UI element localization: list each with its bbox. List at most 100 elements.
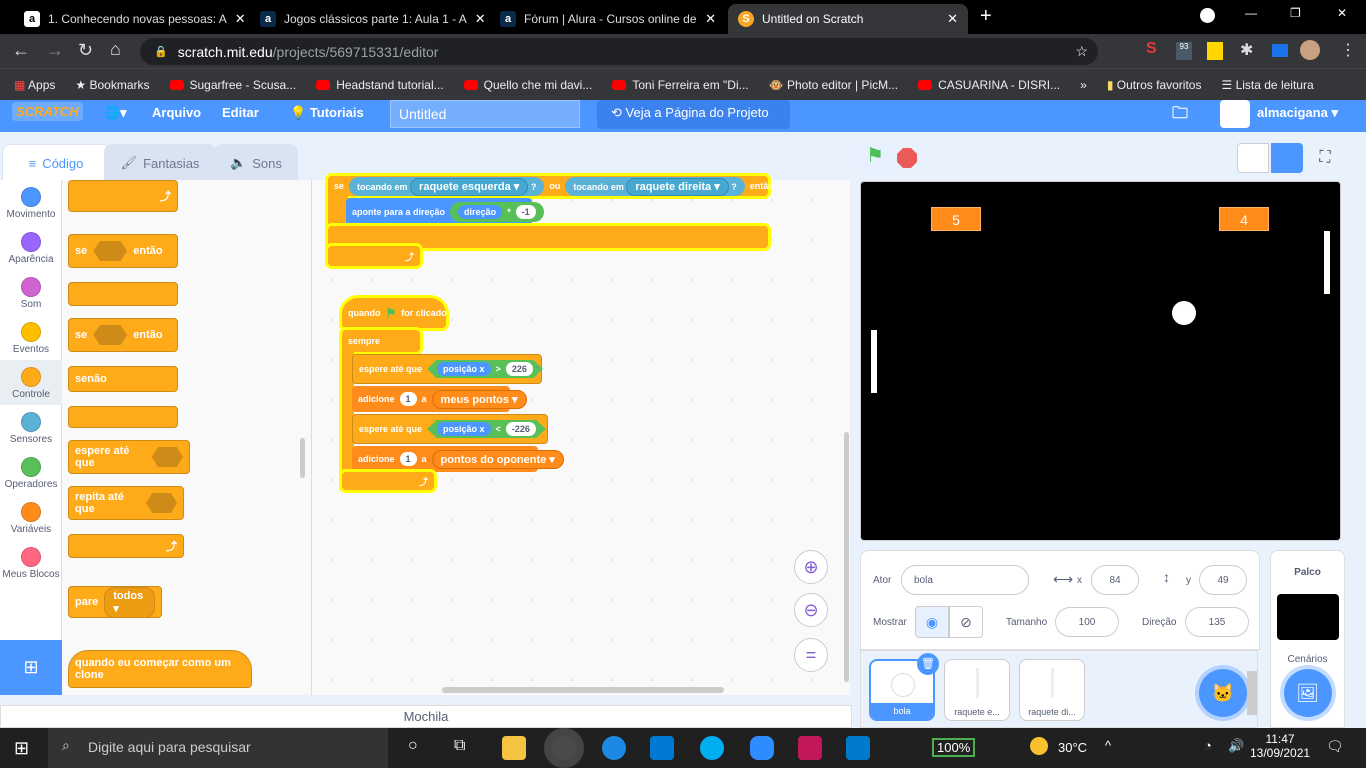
scratch-logo[interactable]: SCRATCH: [12, 102, 83, 121]
block-change-variable[interactable]: adicione 1 a pontos do oponente ▾: [352, 446, 564, 472]
project-title-input[interactable]: Untitled: [390, 100, 580, 128]
notifications-icon[interactable]: 🗨: [1326, 738, 1344, 755]
close-icon[interactable]: ✕: [235, 11, 246, 27]
block-repeat-until[interactable]: repita até que: [68, 486, 184, 520]
bookmark[interactable]: Quello che mi davi...: [463, 78, 592, 92]
address-bar[interactable]: 🔒 scratch.mit.edu/projects/569715331/edi…: [140, 38, 1098, 65]
minimize-button[interactable]: —: [1245, 6, 1257, 20]
block-change-variable[interactable]: adicione 1 a meus pontos ▾: [352, 386, 527, 412]
bookmark-bookmarks[interactable]: ★ Bookmarks: [75, 78, 149, 92]
stage-canvas[interactable]: 5 4: [860, 181, 1341, 541]
sprite-list-scrollbar[interactable]: [1247, 671, 1257, 715]
zoom-app-icon[interactable]: [750, 736, 774, 760]
sprite-thumb-paddle-left[interactable]: raquete e...: [944, 659, 1010, 721]
back-icon[interactable]: ←: [12, 40, 30, 61]
vscode-icon[interactable]: [846, 736, 870, 760]
language-globe-icon[interactable]: 🌐▾: [104, 105, 127, 121]
sprite-thumb-paddle-right[interactable]: raquete di...: [1019, 659, 1085, 721]
see-project-page-button[interactable]: ⟲ Veja a Página do Projeto: [597, 100, 790, 129]
zoom-reset-button[interactable]: =: [794, 638, 828, 672]
bookmarks-overflow[interactable]: »: [1080, 78, 1087, 92]
vertical-scrollbar[interactable]: [844, 432, 849, 682]
size-input[interactable]: 100: [1055, 607, 1119, 637]
stop-button[interactable]: [897, 148, 917, 168]
zoom-out-button[interactable]: ⊖: [794, 593, 828, 627]
extensions-puzzle-icon[interactable]: ✱: [1240, 40, 1253, 60]
extension-arrows-icon[interactable]: [1207, 42, 1223, 60]
delete-sprite-icon[interactable]: 🗑: [917, 653, 939, 675]
cortana-icon[interactable]: ○: [408, 737, 418, 755]
category-som[interactable]: Som: [0, 270, 62, 315]
skype-icon[interactable]: [700, 736, 724, 760]
category-controle[interactable]: Controle: [0, 360, 62, 405]
tab-costumes[interactable]: 🖌 Fantasias: [104, 144, 216, 182]
browser-tab-active[interactable]: S Untitled on Scratch ✕: [728, 4, 968, 34]
close-icon[interactable]: ✕: [475, 11, 486, 27]
weather-temp[interactable]: 30°C: [1058, 740, 1087, 755]
task-view-icon[interactable]: ⧉: [454, 737, 465, 755]
star-icon[interactable]: ☆: [1075, 43, 1088, 60]
new-tab-button[interactable]: +: [980, 5, 992, 28]
left-paddle-sprite[interactable]: [871, 330, 877, 393]
category-eventos[interactable]: Eventos: [0, 315, 62, 360]
block-when-clone-start[interactable]: quando eu começar como um clone: [68, 650, 252, 688]
home-icon[interactable]: ⌂: [110, 39, 121, 60]
category-sensores[interactable]: Sensores: [0, 405, 62, 450]
bookmark[interactable]: Toni Ferreira em "Di...: [612, 78, 749, 92]
profile-menu-icon[interactable]: [1200, 8, 1215, 23]
taskbar-search[interactable]: ⌕ Digite aqui para pesquisar: [48, 728, 388, 768]
block-if-else[interactable]: se então: [68, 318, 178, 352]
mail-icon[interactable]: [650, 736, 674, 760]
weather-sun-icon[interactable]: [1030, 737, 1048, 755]
y-input[interactable]: 49: [1199, 565, 1247, 595]
close-icon[interactable]: ✕: [947, 11, 958, 27]
tab-code[interactable]: ≡ Código: [2, 144, 110, 182]
bookmark[interactable]: 🐵 Photo editor | PicM...: [769, 78, 898, 92]
user-menu[interactable]: almacigana ▾: [1257, 105, 1338, 121]
fullscreen-icon[interactable]: ⛶: [1310, 143, 1340, 173]
right-paddle-sprite[interactable]: [1324, 231, 1330, 294]
zoom-in-button[interactable]: ⊕: [794, 550, 828, 584]
browser-tab[interactable]: a 1. Conhecendo novas pessoas: A ✕: [14, 4, 250, 34]
other-bookmarks[interactable]: ▮ Outros favoritos: [1107, 78, 1202, 92]
hide-eye-button[interactable]: ⊘: [949, 606, 983, 638]
category-operadores[interactable]: Operadores: [0, 450, 62, 495]
reload-icon[interactable]: ↻: [78, 40, 93, 61]
horizontal-scrollbar[interactable]: [442, 687, 724, 693]
block-else[interactable]: senão: [68, 366, 178, 392]
green-flag-button[interactable]: ⚑: [860, 143, 890, 173]
block-if-else-end[interactable]: [68, 406, 178, 428]
menu-edit[interactable]: Editar: [222, 105, 259, 120]
thunderbird-icon[interactable]: [602, 736, 626, 760]
block-point-in-direction[interactable]: aponte para a direção direção * -1: [346, 198, 544, 226]
palette-scrollbar[interactable]: [300, 438, 305, 478]
tab-sounds[interactable]: 🔈 Sons: [214, 144, 298, 182]
ball-sprite[interactable]: [1172, 301, 1196, 325]
battery-indicator[interactable]: 100%: [932, 738, 976, 757]
block-if-touching[interactable]: se tocando em raquete esquerda ▾ ? ou to…: [328, 176, 774, 196]
clock[interactable]: 11:47 13/09/2021: [1250, 732, 1310, 760]
tray-chevron-icon[interactable]: ^: [1105, 738, 1111, 753]
show-eye-button[interactable]: ◉: [915, 606, 949, 638]
block-wait-until[interactable]: espere até que posição x < -226: [352, 414, 548, 444]
category-meus-blocos[interactable]: Meus Blocos: [0, 540, 62, 585]
x-input[interactable]: 84: [1091, 565, 1139, 595]
block-if-end[interactable]: [68, 282, 178, 306]
extension-s-icon[interactable]: S: [1146, 40, 1157, 58]
stage-thumbnail[interactable]: [1276, 594, 1339, 640]
avatar[interactable]: [1220, 100, 1250, 128]
bookmark[interactable]: Sugarfree - Scusa...: [169, 78, 296, 92]
volume-icon[interactable]: 🔊: [1228, 738, 1244, 754]
category-movimento[interactable]: Movimento: [0, 180, 62, 225]
forward-icon[interactable]: →: [46, 40, 64, 61]
block-repeat-end[interactable]: ⤴: [68, 534, 184, 558]
folder-icon[interactable]: 🗀: [1172, 102, 1188, 129]
close-icon[interactable]: ✕: [705, 11, 716, 27]
large-stage-button[interactable]: [1271, 143, 1303, 173]
c-block-end[interactable]: ⤴: [68, 180, 178, 212]
wifi-icon[interactable]: ◔: [1204, 738, 1212, 753]
cast-icon[interactable]: [1272, 44, 1288, 57]
block-forever[interactable]: sempre: [342, 330, 420, 352]
browser-tab[interactable]: a Fórum | Alura - Cursos online de ✕: [490, 4, 726, 34]
browser-tab[interactable]: a Jogos clássicos parte 1: Aula 1 - A ✕: [250, 4, 486, 34]
